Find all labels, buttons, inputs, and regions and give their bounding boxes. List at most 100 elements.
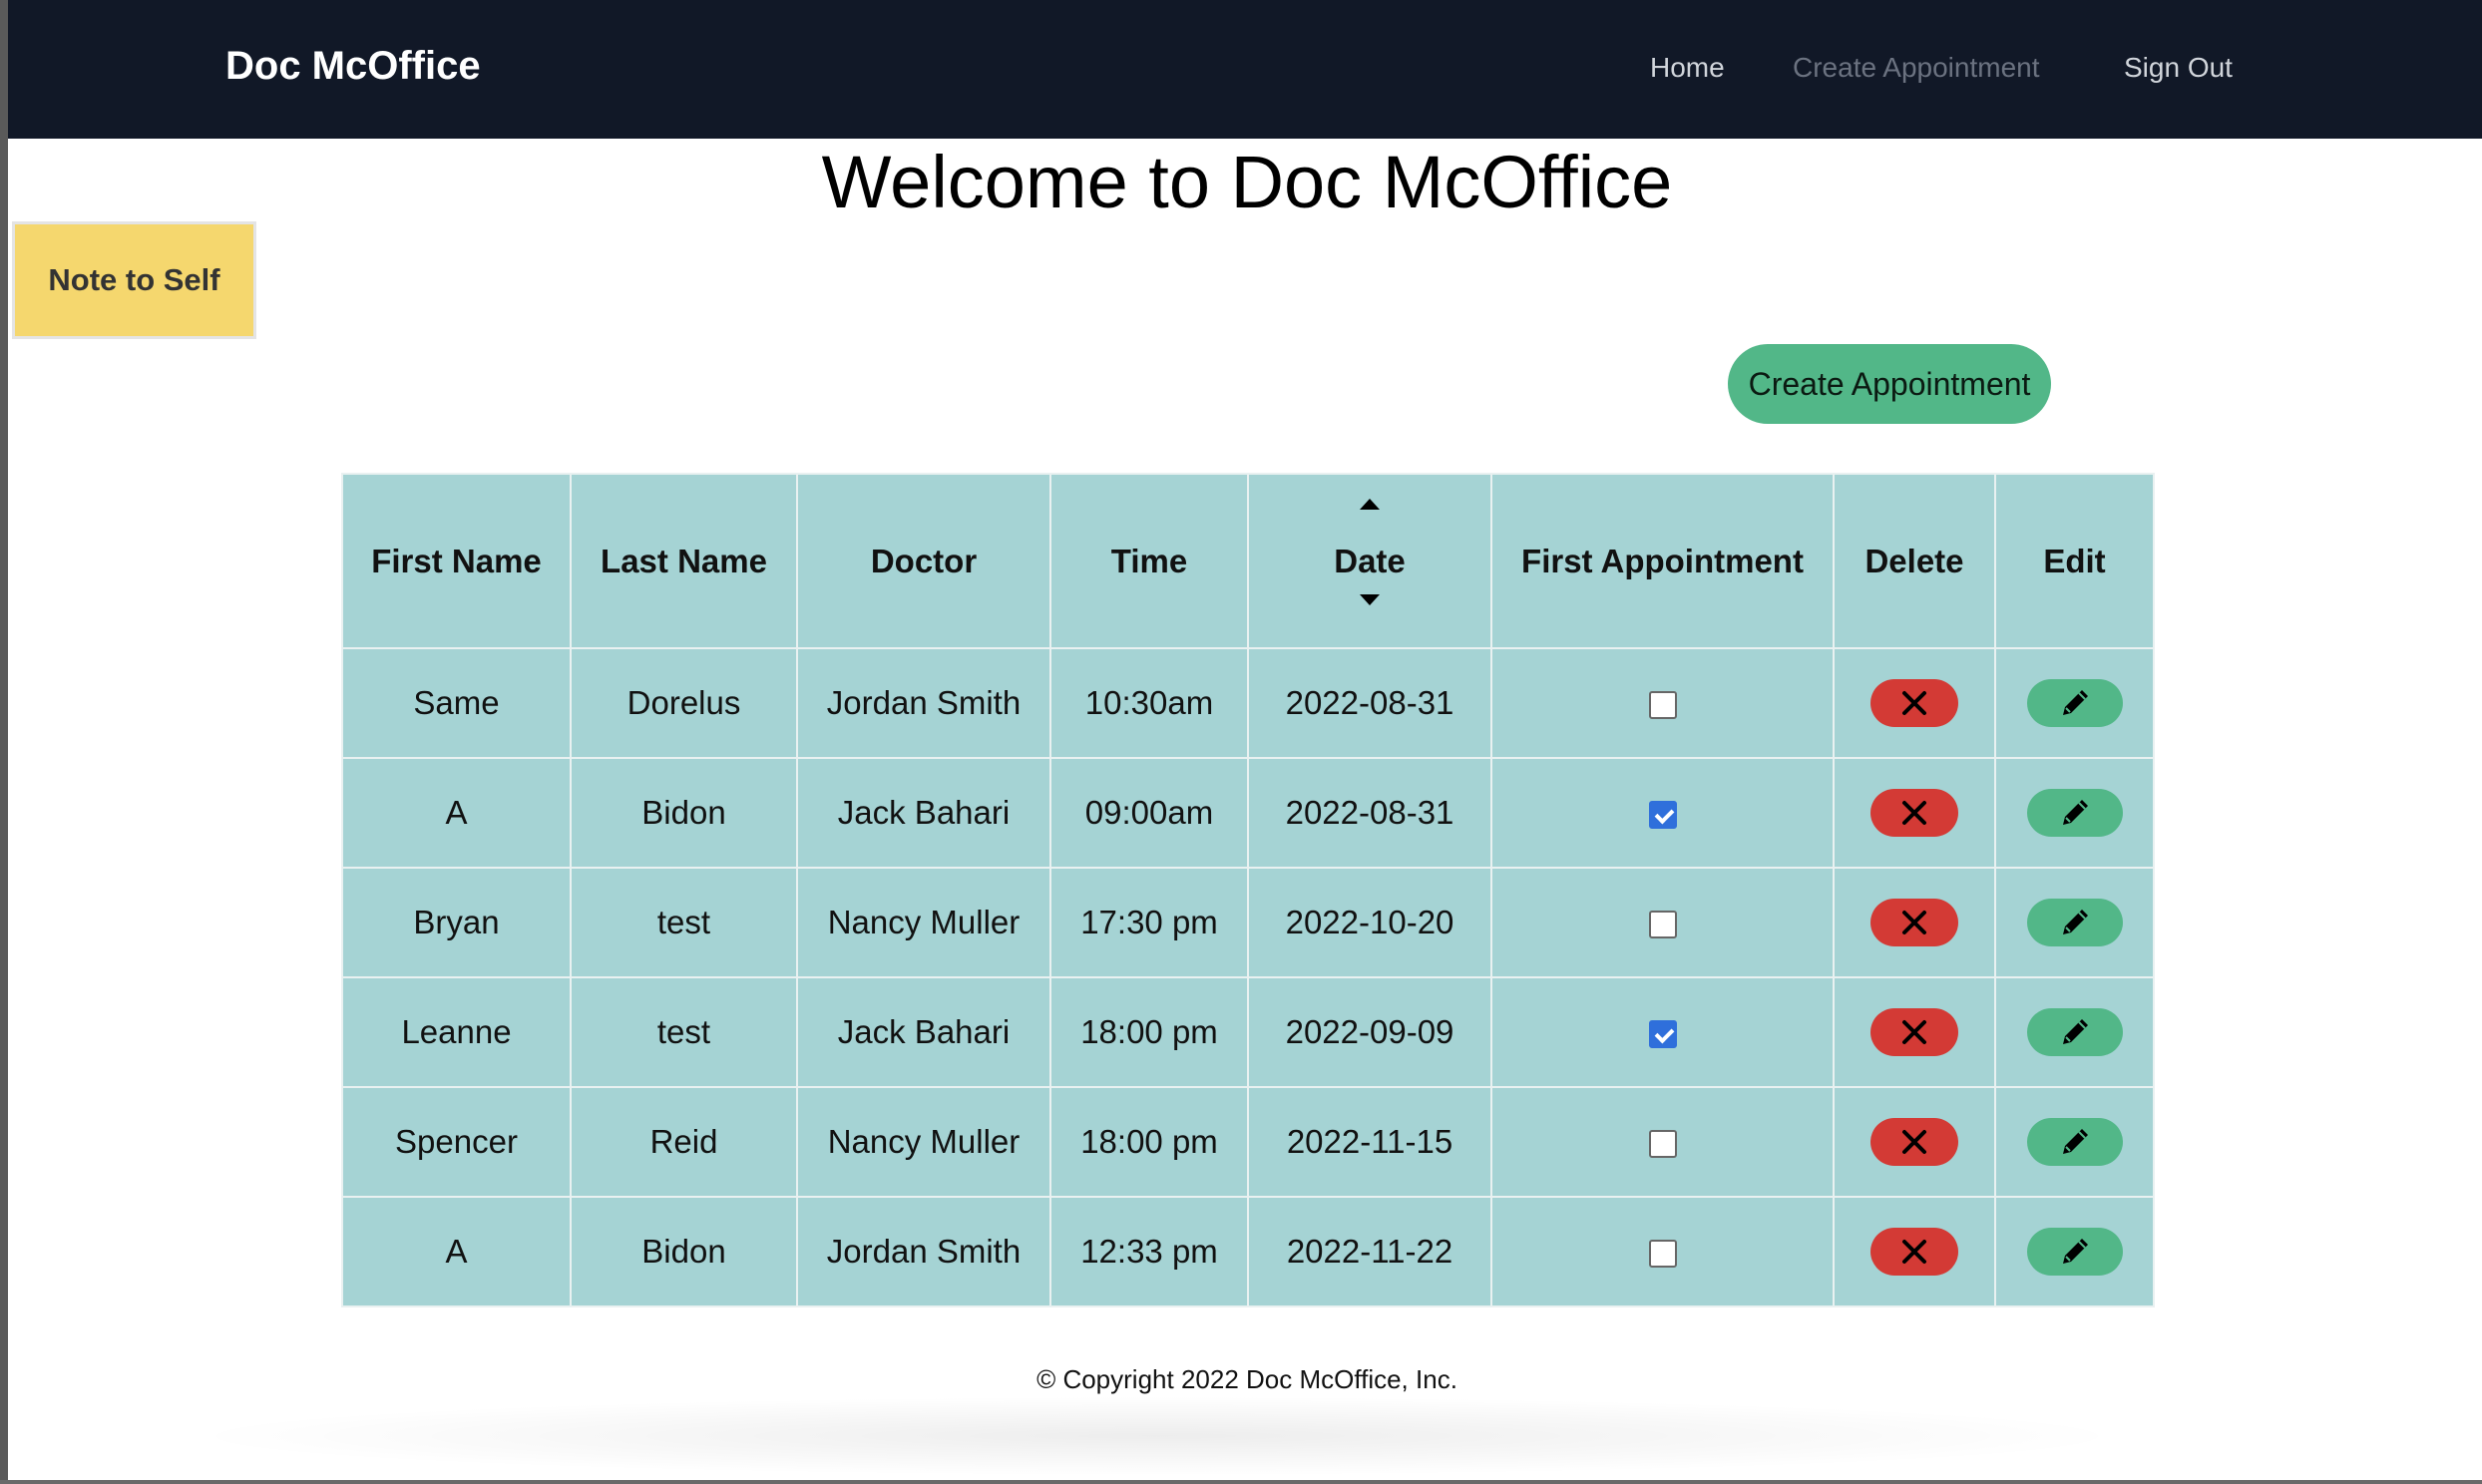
edit-button[interactable]	[2026, 789, 2123, 837]
pencil-icon	[2058, 1015, 2092, 1049]
header-date-sortable[interactable]: Date	[1247, 473, 1492, 649]
cell-last-name: Dorelus	[570, 647, 798, 759]
cell-doctor: Nancy Muller	[796, 867, 1051, 978]
cell-delete	[1833, 976, 1996, 1088]
delete-button[interactable]	[1870, 899, 1958, 946]
header-first-name: First Name	[341, 473, 572, 649]
pencil-icon	[2058, 796, 2092, 830]
cell-delete	[1833, 1086, 1996, 1198]
cell-first-appointment	[1490, 1086, 1835, 1198]
cell-first-name: A	[341, 757, 572, 869]
header-doctor: Doctor	[796, 473, 1051, 649]
window-edge-bottom	[0, 1480, 2482, 1484]
table-row: Leanne test Jack Bahari 18:00 pm 2022-09-09	[341, 976, 2155, 1088]
cell-last-name: test	[570, 867, 798, 978]
cell-time: 10:30am	[1049, 647, 1249, 759]
cell-last-name: test	[570, 976, 798, 1088]
delete-button[interactable]	[1870, 1008, 1958, 1056]
sort-descending-icon[interactable]	[1360, 593, 1380, 605]
nav-create-appointment-link[interactable]: Create Appointment	[1793, 52, 2040, 84]
cell-first-appointment	[1490, 867, 1835, 978]
edit-button[interactable]	[2026, 899, 2123, 946]
cell-first-name: Bryan	[341, 867, 572, 978]
x-icon	[1899, 1017, 1929, 1047]
page-title: Welcome to Doc McOffice	[821, 141, 1673, 223]
cell-delete	[1833, 757, 1996, 869]
first-appointment-checkbox[interactable]	[1648, 801, 1677, 830]
first-appointment-checkbox[interactable]	[1648, 1130, 1677, 1159]
edit-button[interactable]	[2026, 679, 2123, 727]
cell-doctor: Jordan Smith	[796, 647, 1051, 759]
header-last-name: Last Name	[570, 473, 798, 649]
cell-delete	[1833, 867, 1996, 978]
create-appointment-button[interactable]: Create Appointment	[1728, 344, 2051, 424]
cell-edit	[1994, 867, 2155, 978]
table-header-row: First Name Last Name Doctor Time Date Fi…	[341, 473, 2155, 649]
cell-date: 2022-10-20	[1247, 867, 1492, 978]
first-appointment-checkbox[interactable]	[1648, 1240, 1677, 1269]
cell-first-name: Leanne	[341, 976, 572, 1088]
nav-sign-out-link[interactable]: Sign Out	[2124, 52, 2233, 84]
cell-first-name: Same	[341, 647, 572, 759]
cell-first-appointment	[1490, 976, 1835, 1088]
cell-doctor: Jack Bahari	[796, 976, 1051, 1088]
edit-button[interactable]	[2026, 1118, 2123, 1166]
edit-button[interactable]	[2026, 1008, 2123, 1056]
cell-date: 2022-09-09	[1247, 976, 1492, 1088]
cell-first-name: Spencer	[341, 1086, 572, 1198]
cell-edit	[1994, 647, 2155, 759]
cell-doctor: Jack Bahari	[796, 757, 1051, 869]
first-appointment-checkbox[interactable]	[1648, 911, 1677, 939]
header-delete: Delete	[1833, 473, 1996, 649]
x-icon	[1899, 1237, 1929, 1267]
delete-button[interactable]	[1870, 789, 1958, 837]
footer-copyright: © Copyright 2022 Doc McOffice, Inc.	[1036, 1364, 1457, 1394]
cell-doctor: Jordan Smith	[796, 1196, 1051, 1307]
header-time: Time	[1049, 473, 1249, 649]
pencil-icon	[2058, 1235, 2092, 1269]
table-row: Bryan test Nancy Muller 17:30 pm 2022-10-20	[341, 867, 2155, 978]
cell-time: 17:30 pm	[1049, 867, 1249, 978]
header-edit: Edit	[1994, 473, 2155, 649]
header-first-appointment: First Appointment	[1490, 473, 1835, 649]
delete-button[interactable]	[1870, 1118, 1958, 1166]
cell-edit	[1994, 1196, 2155, 1307]
cell-first-appointment	[1490, 1196, 1835, 1307]
brand-logo[interactable]: Doc McOffice	[225, 44, 481, 89]
cell-edit	[1994, 976, 2155, 1088]
cell-first-appointment	[1490, 757, 1835, 869]
first-appointment-checkbox[interactable]	[1648, 691, 1677, 720]
delete-button[interactable]	[1870, 679, 1958, 727]
cell-doctor: Nancy Muller	[796, 1086, 1051, 1198]
cell-delete	[1833, 1196, 1996, 1307]
pencil-icon	[2058, 1125, 2092, 1159]
cell-delete	[1833, 647, 1996, 759]
cell-date: 2022-08-31	[1247, 757, 1492, 869]
first-appointment-checkbox[interactable]	[1648, 1020, 1677, 1049]
appointments-table: First Name Last Name Doctor Time Date Fi…	[341, 473, 2155, 1307]
header-date-label: Date	[1334, 542, 1406, 579]
pencil-icon	[2058, 906, 2092, 939]
date-sort-control[interactable]: Date	[1334, 498, 1406, 605]
table-row: A Bidon Jordan Smith 12:33 pm 2022-11-22	[341, 1196, 2155, 1307]
edit-button[interactable]	[2026, 1228, 2123, 1276]
table-row: A Bidon Jack Bahari 09:00am 2022-08-31	[341, 757, 2155, 869]
delete-button[interactable]	[1870, 1228, 1958, 1276]
x-icon	[1899, 908, 1929, 937]
cell-date: 2022-11-15	[1247, 1086, 1492, 1198]
pencil-icon	[2058, 686, 2092, 720]
cell-last-name: Bidon	[570, 1196, 798, 1307]
decorative-shadow	[180, 1396, 2135, 1476]
cell-time: 09:00am	[1049, 757, 1249, 869]
cell-first-name: A	[341, 1196, 572, 1307]
cell-time: 18:00 pm	[1049, 976, 1249, 1088]
cell-edit	[1994, 757, 2155, 869]
note-to-self-button[interactable]: Note to Self	[12, 221, 256, 339]
nav-home-link[interactable]: Home	[1650, 52, 1725, 84]
cell-first-appointment	[1490, 647, 1835, 759]
top-navbar: Doc McOffice Home Create Appointment Sig…	[8, 0, 2482, 139]
x-icon	[1899, 688, 1929, 718]
cell-time: 12:33 pm	[1049, 1196, 1249, 1307]
sort-ascending-icon[interactable]	[1360, 498, 1380, 510]
cell-date: 2022-11-22	[1247, 1196, 1492, 1307]
